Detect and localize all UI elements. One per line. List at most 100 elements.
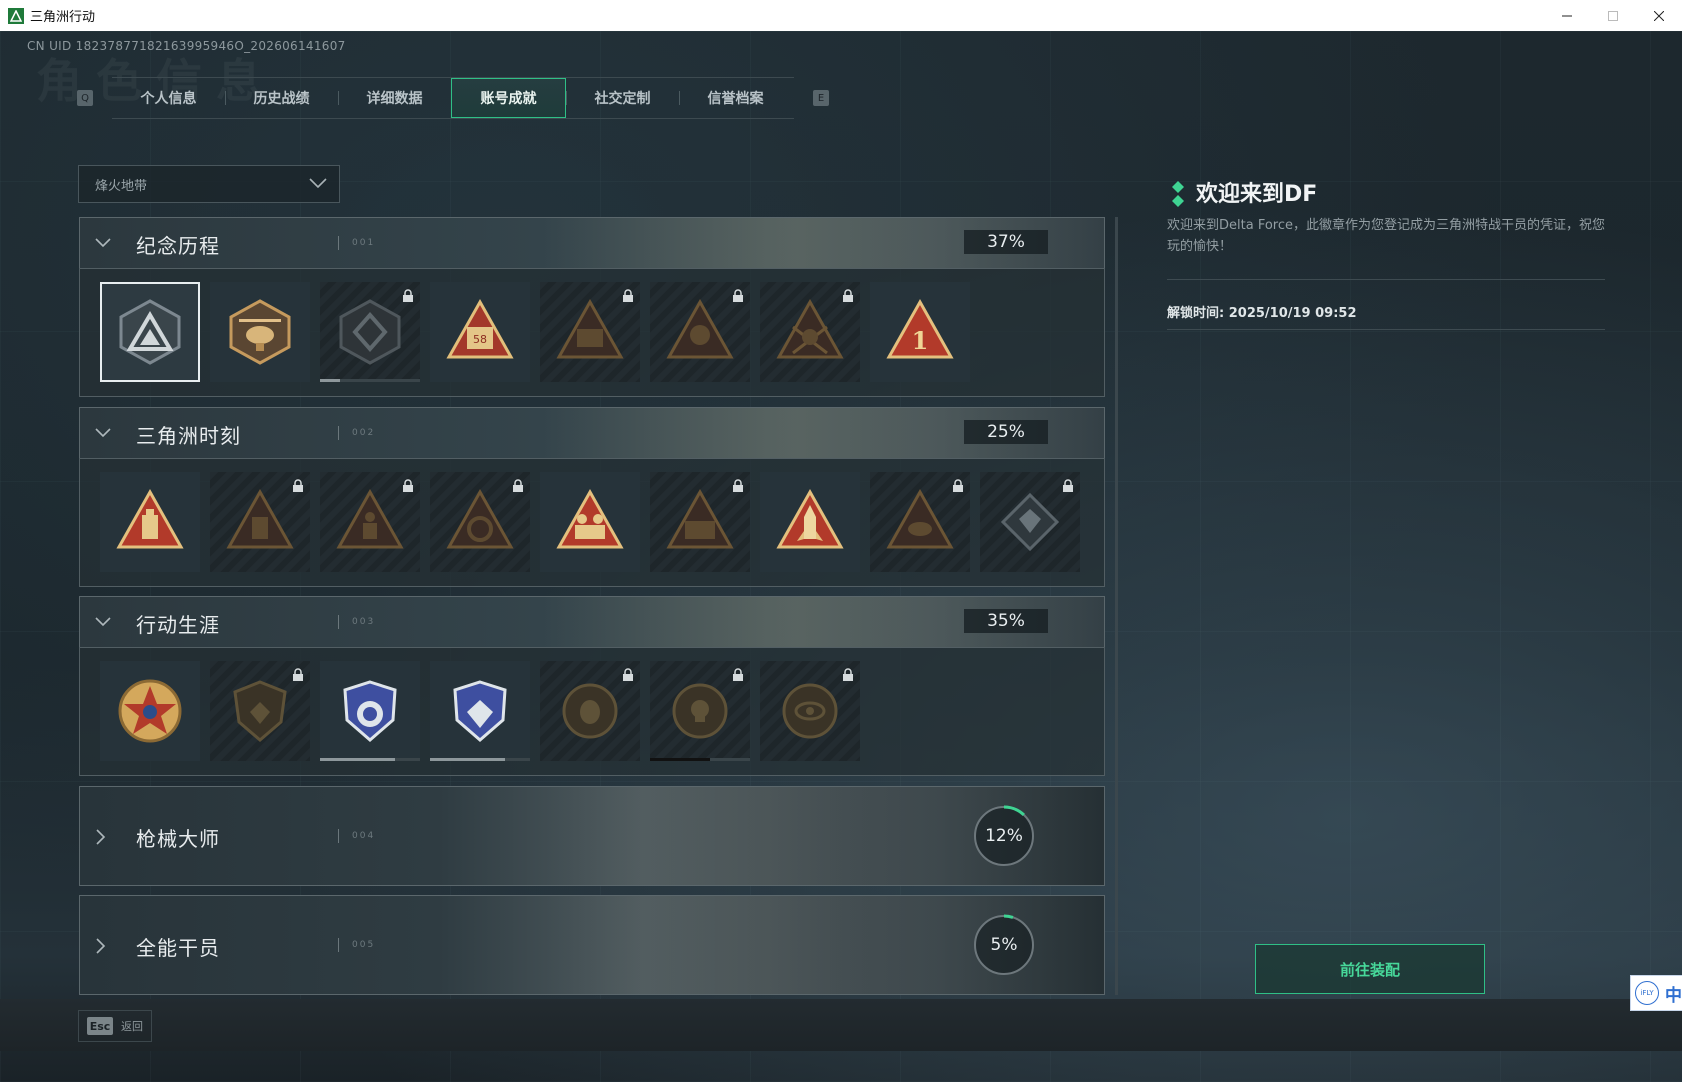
mode-select[interactable]: 烽火地带 xyxy=(78,165,340,203)
lock-icon xyxy=(402,288,414,307)
section-title: 三角洲时刻 xyxy=(136,424,241,448)
section-progress: 25% xyxy=(964,420,1048,444)
close-button[interactable] xyxy=(1636,0,1682,31)
fish-badge-icon xyxy=(886,488,954,549)
badge-item[interactable] xyxy=(980,472,1080,572)
divider xyxy=(1167,279,1605,280)
prev-tab-key-hint[interactable]: Q xyxy=(77,90,93,106)
lock-icon xyxy=(292,478,304,497)
badge-item[interactable] xyxy=(320,472,420,572)
diamond-marker-icon xyxy=(1172,181,1184,211)
badge-item[interactable] xyxy=(100,282,200,382)
divider xyxy=(338,938,339,952)
tab-label: 历史战绩 xyxy=(253,91,310,107)
section-title: 枪械大师 xyxy=(136,827,220,851)
badge-item[interactable] xyxy=(870,472,970,572)
diamond-shield-badge-icon xyxy=(453,680,507,742)
achievement-title: 欢迎来到DF xyxy=(1196,182,1318,207)
section-title: 全能干员 xyxy=(136,936,220,960)
helmet-coin-badge-icon xyxy=(562,683,618,739)
delta-logo-badge-icon xyxy=(119,299,181,365)
tab-label: 个人信息 xyxy=(140,91,197,107)
badge-item[interactable] xyxy=(100,661,200,761)
achievement-description: 欢迎来到Delta Force，此徽章作为您登记成为三角洲特战干员的凭证，祝您玩… xyxy=(1167,218,1605,254)
kneeling-soldier-badge-icon xyxy=(336,488,404,549)
badge-item[interactable] xyxy=(430,472,530,572)
lock-icon xyxy=(292,667,304,686)
tab-label: 社交定制 xyxy=(594,91,651,107)
section-header[interactable]: 全能干员 005 5% xyxy=(79,895,1105,995)
tab-personal-info[interactable]: 个人信息 xyxy=(112,78,225,118)
badge-item[interactable] xyxy=(210,661,310,761)
divider xyxy=(1167,329,1605,330)
badge-item[interactable] xyxy=(210,472,310,572)
badge-item[interactable] xyxy=(650,282,750,382)
eye-coin-badge-icon xyxy=(782,683,838,739)
tab-detailed-data[interactable]: 详细数据 xyxy=(338,78,451,118)
lock-icon xyxy=(842,288,854,307)
section-header[interactable]: 三角洲时刻 002 25% xyxy=(79,407,1105,459)
operator-badge-icon xyxy=(666,298,734,359)
police-shield-badge-icon xyxy=(343,680,397,742)
team-badge-icon xyxy=(666,488,734,549)
back-button[interactable]: Esc 返回 xyxy=(78,1010,152,1042)
badge-item[interactable]: 58 xyxy=(430,282,530,382)
badge-item[interactable] xyxy=(760,661,860,761)
maximize-button[interactable] xyxy=(1590,0,1636,31)
badge-item[interactable] xyxy=(540,661,640,761)
badge-item[interactable] xyxy=(540,282,640,382)
badge-item[interactable] xyxy=(650,661,750,761)
tab-social-custom[interactable]: 社交定制 xyxy=(566,78,679,118)
next-tab-key-hint[interactable]: E xyxy=(813,90,829,106)
lock-icon xyxy=(622,288,634,307)
window-title: 三角洲行动 xyxy=(30,10,96,25)
section-code: 002 xyxy=(352,428,376,438)
badge-item[interactable] xyxy=(760,282,860,382)
tab-history[interactable]: 历史战绩 xyxy=(225,78,338,118)
tab-label: 账号成就 xyxy=(480,91,537,107)
badge-item[interactable] xyxy=(210,282,310,382)
svg-text:1: 1 xyxy=(912,326,929,355)
chevron-right-icon xyxy=(94,937,108,959)
badge-item[interactable] xyxy=(650,472,750,572)
tab-achievements[interactable]: 账号成就 xyxy=(451,78,566,118)
section-header[interactable]: 枪械大师 004 12% xyxy=(79,786,1105,886)
section-progress: 5% xyxy=(990,935,1018,955)
number-one-badge-icon: 1 xyxy=(886,298,954,359)
chevron-right-icon xyxy=(94,828,108,850)
shield-emblem-badge-icon xyxy=(339,299,401,365)
badge-item[interactable] xyxy=(540,472,640,572)
badge-item[interactable] xyxy=(320,282,420,382)
lock-icon xyxy=(512,478,524,497)
ime-indicator[interactable]: iFLY 中 xyxy=(1630,975,1682,1011)
badge-progress-fill xyxy=(430,758,505,761)
badge-grid xyxy=(79,647,1105,776)
section-code: 001 xyxy=(352,238,376,248)
progress-ring: 5% xyxy=(972,913,1036,981)
badge-item[interactable] xyxy=(430,661,530,761)
badge-item[interactable] xyxy=(760,472,860,572)
section-code: 004 xyxy=(352,831,376,841)
ime-logo-icon: iFLY xyxy=(1635,981,1659,1005)
tab-credit-record[interactable]: 信誉档案 xyxy=(679,78,792,118)
go-equip-button[interactable]: 前往装配 xyxy=(1255,944,1485,994)
star-medal-badge-icon xyxy=(118,679,182,743)
chevron-down-icon xyxy=(94,614,112,633)
bottom-bar xyxy=(0,999,1682,1051)
divider xyxy=(338,829,339,843)
usb-drive-badge-icon xyxy=(116,488,184,549)
section-title: 纪念历程 xyxy=(136,234,220,258)
progress-ring: 12% xyxy=(972,804,1036,872)
minimize-button[interactable] xyxy=(1544,0,1590,31)
section-header[interactable]: 纪念历程 001 37% xyxy=(79,217,1105,269)
achievement-scrollbar[interactable] xyxy=(1115,217,1118,995)
section-header[interactable]: 行动生涯 003 35% xyxy=(79,596,1105,648)
badge-item[interactable] xyxy=(320,661,420,761)
divider xyxy=(338,236,339,250)
lock-icon xyxy=(952,478,964,497)
chevron-down-icon xyxy=(94,425,112,444)
tab-label: 详细数据 xyxy=(366,91,423,107)
badge-item[interactable]: 1 xyxy=(870,282,970,382)
player-uid: CN UID 18237877182163995946O_20260614160… xyxy=(27,39,346,53)
badge-item[interactable] xyxy=(100,472,200,572)
